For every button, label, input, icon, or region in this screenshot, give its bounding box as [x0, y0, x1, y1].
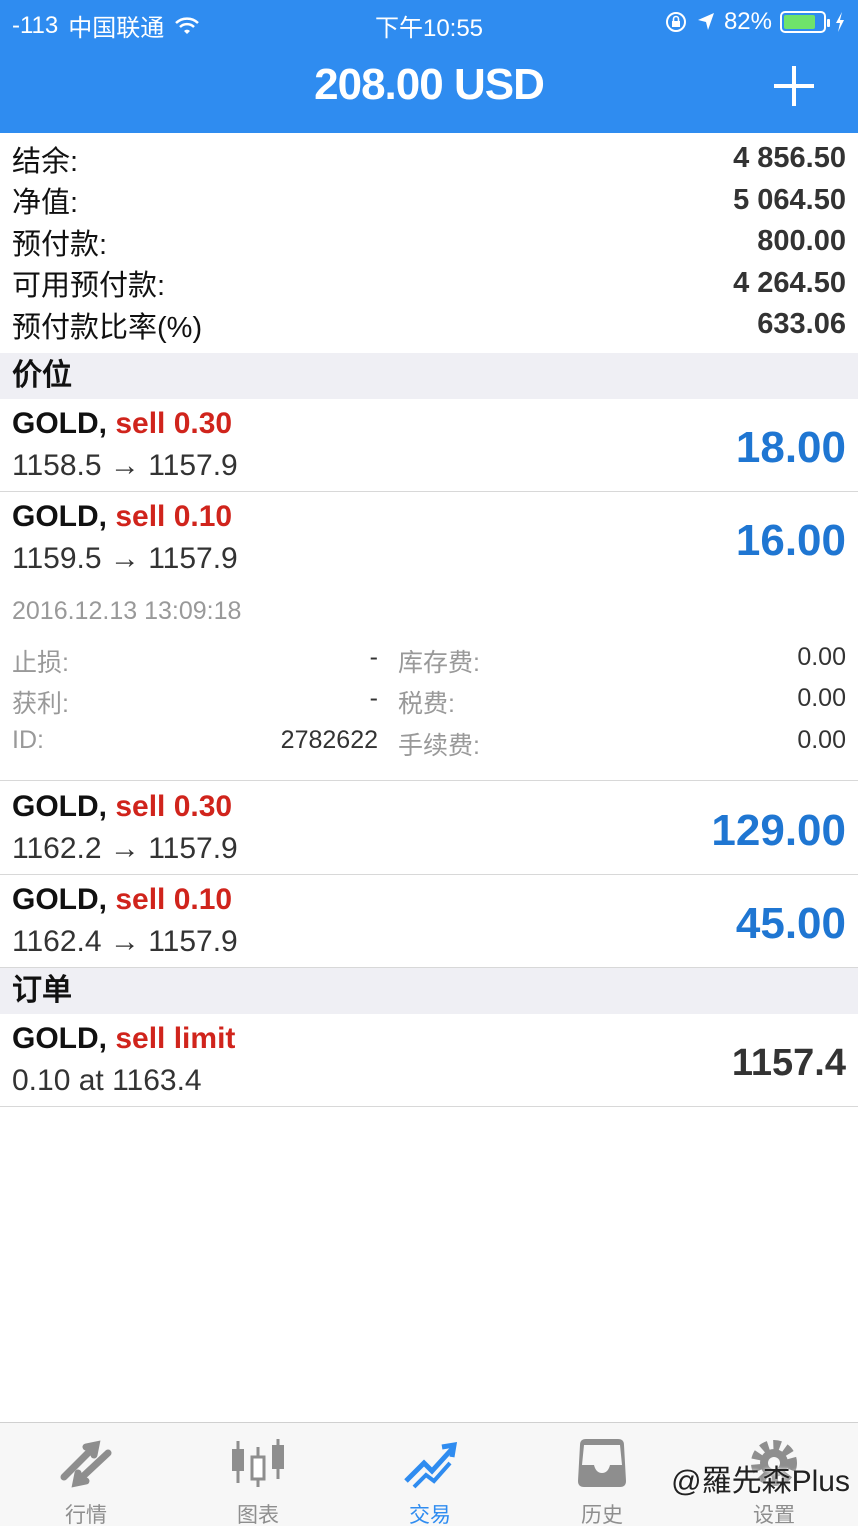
- tab-label: 行情: [65, 1504, 107, 1526]
- position-action: sell 0.30: [115, 790, 233, 823]
- chart-icon: [232, 1439, 284, 1487]
- position-row[interactable]: GOLD, sell 0.10 1159.5 → 1157.9 16.00: [0, 492, 858, 585]
- detail-row: 获利: - 税费: 0.00: [0, 684, 858, 724]
- summary-value: 4 264.50: [733, 266, 846, 299]
- fee-value: 0.00: [797, 726, 846, 754]
- summary-label: 净值:: [12, 187, 79, 220]
- location-icon: [697, 13, 714, 30]
- section-orders: 订单: [0, 968, 858, 1014]
- section-positions: 价位: [0, 353, 858, 399]
- status-bar: -113 中国联通 下午10:55 82%: [0, 0, 858, 44]
- position-symbol: GOLD,: [12, 790, 107, 823]
- trade-icon: [404, 1441, 458, 1489]
- tax-label: 税费:: [398, 690, 455, 718]
- add-order-button[interactable]: [774, 66, 814, 106]
- summary-row-balance: 结余: 4 856.50: [0, 138, 858, 180]
- summary-label: 结余:: [12, 145, 79, 178]
- tax-value: 0.00: [797, 684, 846, 712]
- take-profit-value: -: [369, 684, 378, 712]
- top-bar: -113 中国联通 下午10:55 82% 208.00 USD: [0, 0, 858, 133]
- quotes-icon: [60, 1440, 112, 1488]
- tab-label: 历史: [581, 1504, 623, 1526]
- tab-label: 图表: [237, 1504, 279, 1526]
- summary-row-equity: 净值: 5 064.50: [0, 180, 858, 222]
- detail-row: ID: 2782622 手续费: 0.00: [0, 726, 858, 766]
- tab-quotes[interactable]: 行情: [0, 1423, 172, 1526]
- summary-row-margin: 预付款: 800.00: [0, 221, 858, 263]
- order-info: 0.10 at 1163.4: [12, 1064, 202, 1097]
- charging-icon: [836, 12, 844, 32]
- position-prices: 1162.4 → 1157.9: [12, 925, 238, 958]
- summary-value: 800.00: [757, 225, 846, 258]
- position-row[interactable]: GOLD, sell 0.10 1162.4 → 1157.9 45.00: [0, 875, 858, 968]
- summary-value: 4 856.50: [733, 142, 846, 175]
- id-label: ID:: [12, 726, 44, 754]
- tab-label: 交易: [409, 1504, 451, 1526]
- fee-label: 手续费:: [398, 732, 480, 760]
- order-row[interactable]: GOLD, sell limit 0.10 at 1163.4 1157.4: [0, 1014, 858, 1107]
- swap-label: 库存费:: [398, 649, 480, 677]
- position-prices: 1158.5 → 1157.9: [12, 449, 238, 482]
- position-profit: 45.00: [735, 899, 846, 948]
- summary-row-margin-level: 预付款比率(%) 633.06: [0, 304, 858, 346]
- summary-value: 5 064.50: [733, 183, 846, 216]
- summary-value: 633.06: [757, 308, 846, 341]
- position-row[interactable]: GOLD, sell 0.30 1158.5 → 1157.9 18.00: [0, 399, 858, 492]
- order-price: 1157.4: [731, 1042, 846, 1084]
- stop-loss-value: -: [369, 643, 378, 671]
- summary-label: 预付款比率(%): [12, 311, 203, 344]
- history-icon: [578, 1439, 626, 1487]
- position-profit: 129.00: [711, 806, 846, 855]
- order-type: sell limit: [115, 1022, 236, 1055]
- tab-history[interactable]: 历史: [516, 1423, 688, 1526]
- account-summary: 结余: 4 856.50 净值: 5 064.50 预付款: 800.00 可用…: [0, 138, 858, 346]
- account-profit-title: 208.00 USD: [314, 60, 545, 109]
- tab-trade[interactable]: 交易: [344, 1423, 516, 1526]
- summary-label: 预付款:: [12, 228, 108, 261]
- battery-percent: 82%: [723, 8, 772, 35]
- position-detail: 2016.12.13 13:09:18 止损: - 库存费: 0.00 获利: …: [0, 585, 858, 781]
- position-symbol: GOLD,: [12, 883, 107, 916]
- position-prices: 1162.2 → 1157.9: [12, 832, 238, 865]
- swap-value: 0.00: [797, 643, 846, 671]
- position-symbol: GOLD,: [12, 407, 107, 440]
- take-profit-label: 获利:: [12, 690, 69, 718]
- stop-loss-label: 止损:: [12, 649, 69, 677]
- position-prices: 1159.5 → 1157.9: [12, 542, 238, 575]
- id-value: 2782622: [280, 726, 378, 754]
- position-row[interactable]: GOLD, sell 0.30 1162.2 → 1157.9 129.00: [0, 782, 858, 875]
- detail-row: 止损: - 库存费: 0.00: [0, 643, 858, 683]
- rotation-lock-icon: [665, 12, 686, 32]
- tab-label: 设置: [753, 1504, 795, 1526]
- position-profit: 18.00: [735, 423, 846, 472]
- summary-label: 可用预付款:: [12, 270, 166, 303]
- battery-icon: [780, 11, 830, 33]
- summary-row-free-margin: 可用预付款: 4 264.50: [0, 263, 858, 305]
- watermark: @羅先森Plus: [671, 1465, 850, 1498]
- status-time: 下午10:55: [374, 15, 484, 42]
- position-symbol: GOLD,: [12, 500, 107, 533]
- position-profit: 16.00: [735, 516, 846, 565]
- order-symbol: GOLD,: [12, 1022, 107, 1055]
- tab-chart[interactable]: 图表: [172, 1423, 344, 1526]
- position-action: sell 0.10: [115, 500, 233, 533]
- position-open-time: 2016.12.13 13:09:18: [12, 597, 242, 625]
- position-action: sell 0.30: [115, 407, 233, 440]
- position-action: sell 0.10: [115, 883, 233, 916]
